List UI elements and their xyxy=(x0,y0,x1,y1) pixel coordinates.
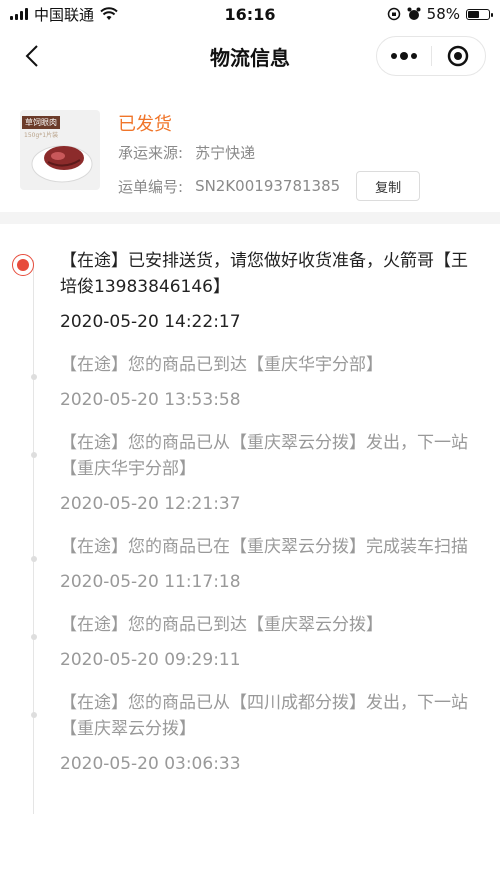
timeline-item: 【在途】您的商品已到达【重庆翠云分拨】 2020-05-20 09:29:11 xyxy=(31,612,480,670)
status-right: 58% xyxy=(387,5,493,23)
copy-button[interactable]: 复制 xyxy=(356,171,421,201)
timeline-time: 2020-05-20 09:29:11 xyxy=(60,650,241,670)
tracking-row: 运单编号: SN2K00193781385 复制 xyxy=(118,171,421,201)
timeline-text: 【在途】您的商品已从【四川成都分拨】发出，下一站【重庆翠云分拨】 xyxy=(60,693,468,739)
chevron-left-icon xyxy=(25,45,38,67)
battery-percent: 58% xyxy=(426,5,460,23)
back-button[interactable] xyxy=(18,42,46,70)
status-bar: 中国联通 16:16 58% xyxy=(0,0,500,28)
timeline-time: 2020-05-20 03:06:33 xyxy=(60,754,241,774)
carrier-name: 中国联通 xyxy=(34,5,95,24)
carrier-label: 承运来源: xyxy=(118,144,184,162)
timeline-item: 【在途】您的商品已从【重庆翠云分拨】发出，下一站【重庆华宇分部】 2020-05… xyxy=(31,430,480,514)
current-status-icon xyxy=(12,254,34,276)
timeline-item: 【在途】您的商品已从【四川成都分拨】发出，下一站【重庆翠云分拨】 2020-05… xyxy=(31,690,480,774)
target-icon xyxy=(448,45,469,67)
timeline-item: 【在途】您的商品已到达【重庆华宇分部】 2020-05-20 13:53:58 xyxy=(31,352,480,410)
product-info: 已发货 承运来源: 苏宁快递 运单编号: SN2K00193781385 复制 xyxy=(118,110,421,212)
close-miniprogram-button[interactable] xyxy=(432,37,486,75)
product-thumbnail: 草饲眼肉 150g*1片装 xyxy=(20,110,100,190)
section-divider xyxy=(0,212,500,224)
tracking-timeline: 【在途】已安排送货，请您做好收货准备，火箭哥【王培俊13983846146】 2… xyxy=(0,224,500,814)
timeline-dot-icon xyxy=(31,634,37,640)
mini-program-capsule xyxy=(376,36,486,76)
timeline-text: 【在途】您的商品已到达【重庆翠云分拨】 xyxy=(60,615,383,635)
timeline-dot-icon xyxy=(31,712,37,718)
timeline-item: 【在途】您的商品已在【重庆翠云分拨】完成装车扫描 2020-05-20 11:1… xyxy=(31,534,480,592)
nav-bar: 物流信息 xyxy=(0,28,500,84)
timeline-time: 2020-05-20 12:21:37 xyxy=(60,494,241,514)
alarm-icon xyxy=(407,7,421,20)
timeline-dot-icon xyxy=(31,556,37,562)
steak-image xyxy=(31,145,93,183)
timeline-text: 【在途】您的商品已到达【重庆华宇分部】 xyxy=(60,355,383,375)
timeline-text: 【在途】已安排送货，请您做好收货准备，火箭哥【王培俊13983846146】 xyxy=(60,251,468,297)
tracking-number: SN2K00193781385 xyxy=(195,177,341,195)
more-button[interactable] xyxy=(377,37,431,75)
timeline-time: 2020-05-20 14:22:17 xyxy=(60,312,241,332)
more-dots-icon xyxy=(390,52,417,60)
timeline-text: 【在途】您的商品已在【重庆翠云分拨】完成装车扫描 xyxy=(60,537,468,557)
carrier-value: 苏宁快递 xyxy=(195,144,256,162)
status-left: 中国联通 xyxy=(10,4,118,25)
tracking-label: 运单编号: xyxy=(118,177,184,196)
timeline-line xyxy=(33,260,34,814)
timeline-dot-icon xyxy=(31,374,37,380)
timeline-time: 2020-05-20 11:17:18 xyxy=(60,572,241,592)
orientation-lock-icon xyxy=(387,7,400,21)
timeline-text: 【在途】您的商品已从【重庆翠云分拨】发出，下一站【重庆华宇分部】 xyxy=(60,433,468,479)
timeline-time: 2020-05-20 13:53:58 xyxy=(60,390,241,410)
battery-icon xyxy=(466,8,493,20)
timeline-dot-icon xyxy=(31,452,37,458)
product-card: 草饲眼肉 150g*1片装 已发货 承运来源: 苏宁快递 运单编号: SN2K0… xyxy=(0,84,500,212)
timeline-item: 【在途】已安排送货，请您做好收货准备，火箭哥【王培俊13983846146】 2… xyxy=(12,248,480,332)
shipping-status: 已发货 xyxy=(118,114,172,135)
signal-icon xyxy=(10,8,28,20)
wifi-icon xyxy=(100,7,118,20)
carrier-row: 承运来源: 苏宁快递 xyxy=(118,142,420,163)
